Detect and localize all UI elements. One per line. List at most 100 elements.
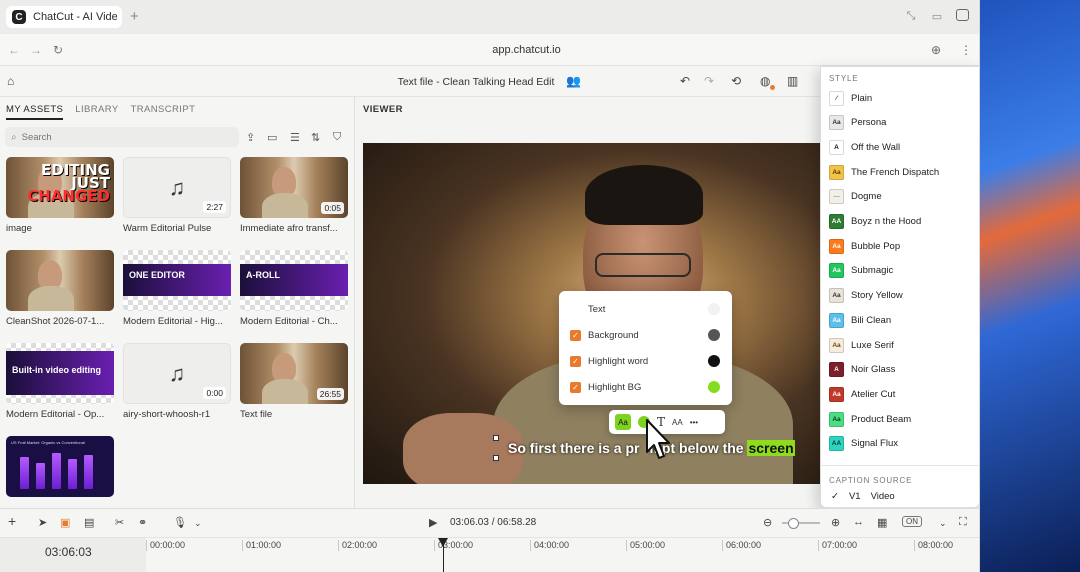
caption-source-option[interactable]: ✓ V1 Video — [831, 491, 895, 502]
redo-icon[interactable]: ↷ — [704, 74, 714, 88]
style-option-label: Persona — [851, 117, 887, 129]
window-icon[interactable]: ▭ — [930, 9, 944, 23]
style-option[interactable]: Aa Bubble Pop — [829, 236, 974, 256]
fullscreen-icon[interactable]: ⛶ — [959, 516, 967, 529]
add-track-icon[interactable]: + — [8, 513, 16, 529]
style-option[interactable]: Aa Product Beam — [829, 409, 974, 429]
color-swatch[interactable] — [708, 329, 720, 341]
style-option[interactable]: A Noir Glass — [829, 360, 974, 380]
link-icon[interactable]: ⚭ — [138, 516, 147, 529]
style-option[interactable]: AA Signal Flux — [829, 434, 974, 454]
checkbox[interactable]: ✓ — [570, 355, 581, 367]
style-option[interactable]: ⁄ Plain — [829, 88, 974, 108]
search-box: ⌕ — [5, 127, 239, 147]
checkbox[interactable]: ✓ — [570, 329, 581, 341]
style-option-label: The French Dispatch — [851, 166, 940, 178]
snap-icon[interactable]: ▦ — [877, 516, 887, 529]
style-option[interactable]: Aa Atelier Cut — [829, 384, 974, 404]
chart-thumbnail-bar — [84, 455, 93, 489]
asset-card[interactable]: EDITING JUST CHANGED image — [6, 157, 114, 234]
tab-library[interactable]: LIBRARY — [75, 104, 118, 120]
trim-tool-icon[interactable]: ▣ — [60, 516, 70, 529]
tab-transcript[interactable]: TRANSCRIPT — [131, 104, 196, 120]
asset-card[interactable]: 0:05 Immediate afro transf... — [240, 157, 348, 234]
timeline-ruler[interactable]: 03:06:03 03:06:03 00:00:0001:00:0002:00:… — [0, 537, 979, 572]
sort-icon[interactable]: ⇅ — [311, 131, 320, 144]
asset-card[interactable]: ♫ 2:27 Warm Editorial Pulse — [123, 157, 231, 234]
style-option[interactable]: Aa Luxe Serif — [829, 335, 974, 355]
zoom-out-icon[interactable]: ⊖ — [763, 516, 772, 529]
palette-icon[interactable]: ◍ — [760, 74, 770, 88]
collaborators-icon[interactable]: 👥 — [566, 74, 581, 88]
ruler-tick-label: 07:00:00 — [818, 540, 857, 551]
style-option[interactable]: Aa The French Dispatch — [829, 162, 974, 182]
video-subject-glasses — [595, 253, 691, 277]
new-folder-icon[interactable]: ▭ — [267, 131, 277, 144]
style-option[interactable]: — Dogme — [829, 187, 974, 207]
divider — [821, 465, 979, 466]
style-option-label: Luxe Serif — [851, 339, 894, 351]
style-option[interactable]: A Off the Wall — [829, 137, 974, 157]
asset-thumbnail: A-ROLL — [240, 250, 348, 311]
select-tool-icon[interactable]: ➤ — [38, 516, 47, 529]
add-extension-icon[interactable]: ⊕ — [931, 43, 941, 57]
asset-card[interactable]: A-ROLL Modern Editorial - Ch... — [240, 250, 348, 327]
resize-handle[interactable] — [493, 455, 499, 461]
asset-thumbnail: 0:05 — [240, 157, 348, 218]
upload-icon[interactable]: ⇪ — [246, 131, 255, 144]
split-icon[interactable]: ✂ — [115, 516, 124, 529]
asset-card[interactable]: Built-in video editing Modern Editorial … — [6, 343, 114, 420]
sidebar-toggle-icon[interactable] — [956, 9, 969, 21]
style-option[interactable]: Aa Submagic — [829, 261, 974, 281]
chevron-down-icon[interactable]: ⌄ — [194, 518, 202, 529]
style-option[interactable]: Aa Story Yellow — [829, 286, 974, 306]
url-field[interactable]: app.chatcut.io — [0, 44, 979, 56]
asset-card[interactable]: ONE EDITOR Modern Editorial - Hig... — [123, 250, 231, 327]
style-option[interactable]: Aa Bili Clean — [829, 310, 974, 330]
style-option[interactable]: AA Boyz n the Hood — [829, 212, 974, 232]
filter-icon[interactable]: ⛉ — [333, 131, 341, 144]
expand-icon[interactable]: ⤡ — [904, 9, 918, 23]
caption-style-button[interactable]: Aa — [615, 414, 631, 430]
browser-tab[interactable]: C ChatCut - AI Video Editor — [6, 6, 122, 28]
checkbox[interactable]: ✓ — [570, 381, 581, 393]
check-icon: ✓ — [831, 491, 839, 502]
asset-card[interactable]: US Fruit Market: Organic vs Conventional — [6, 436, 114, 497]
ruler-tick-label: 08:00:00 — [914, 540, 953, 551]
text-case-button[interactable]: AA — [672, 418, 683, 427]
style-option-label: Submagic — [851, 265, 894, 277]
color-row-highlight-bg[interactable]: ✓ Highlight BG — [570, 378, 720, 396]
color-swatch[interactable] — [708, 303, 720, 315]
tab-my-assets[interactable]: MY ASSETS — [6, 104, 64, 120]
history-icon[interactable]: ⟲ — [731, 74, 741, 88]
new-tab-icon[interactable]: + — [130, 8, 139, 25]
asset-card[interactable]: CleanShot 2026-07-1... — [6, 250, 114, 327]
film-icon[interactable]: ▤ — [84, 516, 94, 529]
banner-graphic: A-ROLL — [240, 264, 348, 296]
style-option[interactable]: Aa Persona — [829, 113, 974, 133]
color-swatch[interactable] — [708, 381, 720, 393]
playhead[interactable] — [438, 538, 448, 572]
zoom-slider[interactable] — [782, 518, 820, 529]
checkbox[interactable] — [570, 304, 581, 315]
layout-icon[interactable]: ▥ — [787, 74, 798, 88]
list-view-icon[interactable]: ☰ — [290, 131, 300, 144]
zoom-in-icon[interactable]: ⊕ — [831, 516, 840, 529]
captions-toggle[interactable]: ON — [902, 516, 922, 527]
asset-card[interactable]: 26:55 Text file — [240, 343, 348, 420]
play-icon[interactable]: ▶ — [429, 516, 437, 529]
more-menu-icon[interactable]: ⋮ — [960, 43, 972, 57]
microphone-icon[interactable]: 🎙 — [173, 516, 187, 529]
color-swatch[interactable] — [708, 355, 720, 367]
color-row-highlight-word[interactable]: ✓ Highlight word — [570, 352, 720, 370]
chevron-down-icon[interactable]: ⌄ — [939, 518, 947, 529]
undo-icon[interactable]: ↶ — [680, 74, 690, 88]
color-row-text[interactable]: Text — [570, 300, 720, 318]
fit-width-icon[interactable]: ↔ — [853, 516, 864, 528]
resize-handle[interactable] — [493, 435, 499, 441]
more-options-button[interactable]: ••• — [690, 418, 698, 427]
search-input[interactable] — [21, 131, 222, 143]
color-row-background[interactable]: ✓ Background — [570, 326, 720, 344]
style-swatch-icon: Aa — [829, 164, 844, 180]
asset-card[interactable]: ♫ 0:00 airy-short-whoosh-r1 — [123, 343, 231, 420]
